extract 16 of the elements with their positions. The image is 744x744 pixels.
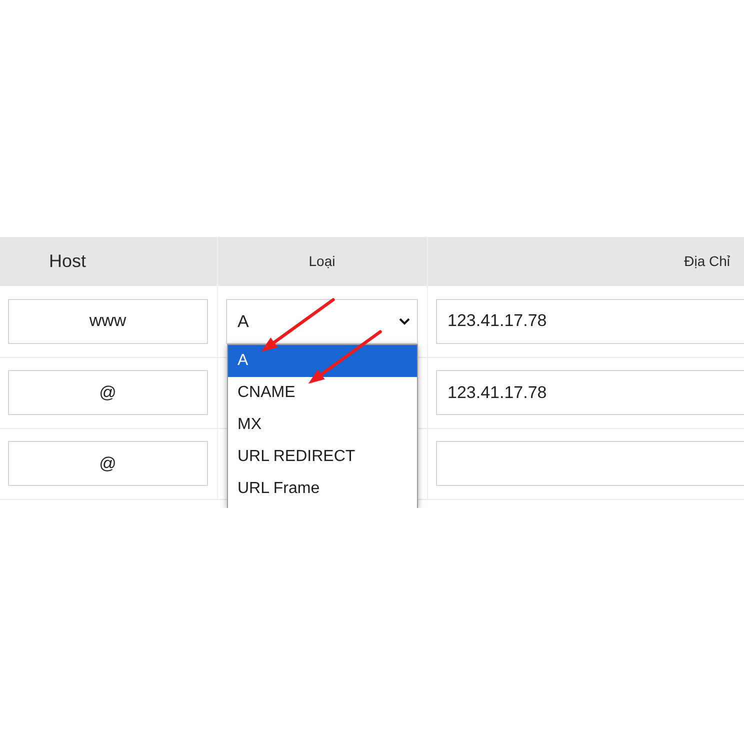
address-field[interactable] (436, 441, 744, 486)
address-column-header: Địa Chỉ (684, 253, 730, 269)
dropdown-option[interactable]: MX (228, 408, 416, 441)
host-field[interactable]: @ (8, 370, 208, 415)
type-select[interactable]: A (226, 298, 418, 344)
host-column-header: Host (49, 251, 86, 271)
dropdown-option[interactable]: URL REDIRECT (228, 440, 416, 473)
address-field[interactable]: 123.41.17.78 (436, 370, 744, 415)
type-column-header: Loại (308, 253, 336, 269)
host-field[interactable]: @ (8, 441, 208, 486)
dropdown-option[interactable]: URL Frame (228, 472, 416, 505)
dropdown-option[interactable]: CNAME (228, 376, 416, 409)
chevron-icon (398, 318, 410, 325)
address-field[interactable]: 123.41.17.78 (436, 298, 744, 344)
dropdown-option[interactable]: A (228, 344, 416, 377)
host-field[interactable]: www (8, 298, 208, 344)
